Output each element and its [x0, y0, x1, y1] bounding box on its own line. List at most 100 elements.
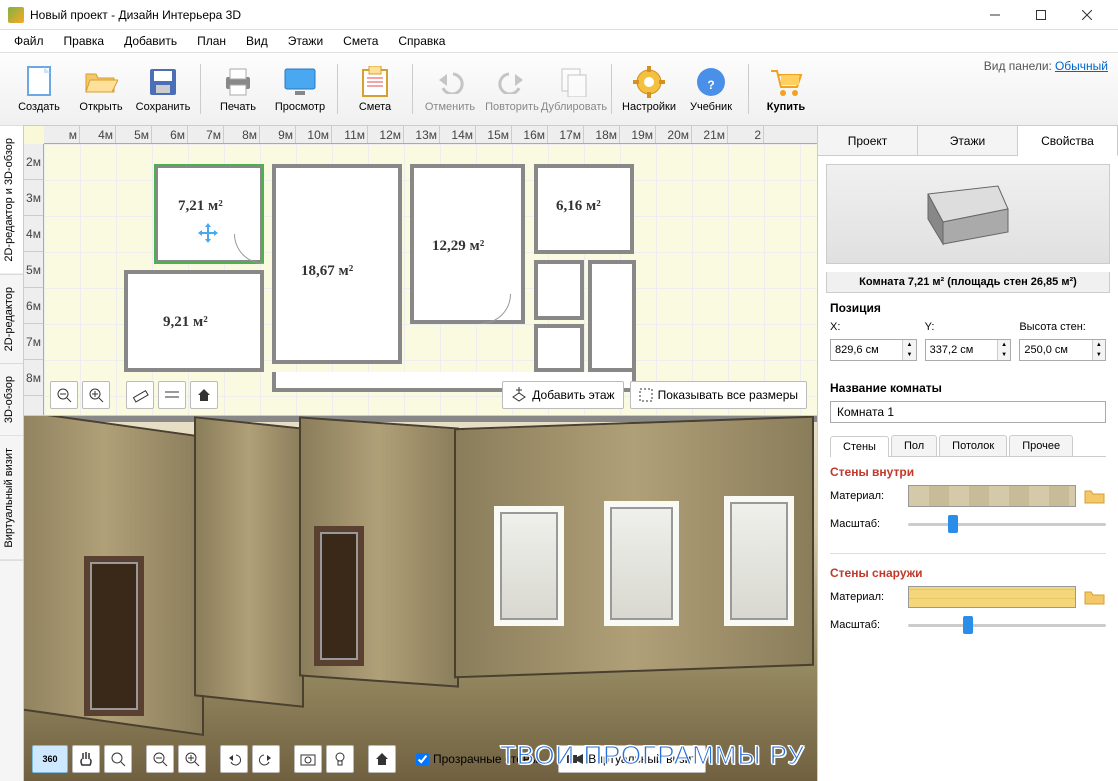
scale-slider-inside[interactable]	[908, 513, 1106, 535]
menu-plan[interactable]: План	[187, 32, 236, 50]
zoom-out-button[interactable]	[50, 381, 78, 409]
snapshot-button[interactable]	[294, 745, 322, 773]
y-input[interactable]: ▲▼	[925, 339, 1012, 361]
room-name-input[interactable]	[830, 401, 1106, 423]
save-button[interactable]: Сохранить	[132, 57, 194, 121]
tab-2d-editor[interactable]: 2D-редактор	[0, 275, 23, 364]
subtab-ceiling[interactable]: Потолок	[939, 435, 1007, 456]
undo-button: Отменить	[419, 57, 481, 121]
help-icon: ?	[694, 65, 728, 99]
folder-open-icon	[84, 65, 118, 99]
room[interactable]: 9,21 м²	[124, 270, 264, 372]
walls-outside-title: Стены снаружи	[830, 566, 1106, 580]
spinner-down[interactable]: ▼	[1093, 350, 1105, 360]
wall-height-input[interactable]: ▲▼	[1019, 339, 1106, 361]
menu-help[interactable]: Справка	[388, 32, 455, 50]
room-name-title: Название комнаты	[830, 381, 1106, 395]
tab-properties[interactable]: Свойства	[1018, 126, 1118, 156]
tutorial-button[interactable]: ?Учебник	[680, 57, 742, 121]
save-icon	[146, 65, 180, 99]
browse-material-button[interactable]	[1084, 588, 1106, 606]
room[interactable]	[534, 324, 584, 372]
room[interactable]: 12,29 м²	[410, 164, 525, 324]
menu-edit[interactable]: Правка	[54, 32, 115, 50]
room[interactable]	[588, 260, 636, 372]
monitor-icon	[283, 65, 317, 99]
window-title: Новый проект - Дизайн Интерьера 3D	[30, 8, 972, 22]
view-3d[interactable]: 360 Прозрачные стены Виртуальный визит	[24, 416, 817, 781]
measure-button[interactable]	[126, 381, 154, 409]
close-button[interactable]	[1064, 0, 1110, 30]
home-3d-button[interactable]	[368, 745, 396, 773]
undo-3d-button[interactable]	[220, 745, 248, 773]
tab-3d-view[interactable]: 3D-обзор	[0, 364, 23, 436]
workspace: м4м5м6м7м8м9м10м11м12м13м14м15м16м17м18м…	[24, 126, 818, 781]
menu-file[interactable]: Файл	[4, 32, 54, 50]
buy-button[interactable]: Купить	[755, 57, 817, 121]
settings-button[interactable]: Настройки	[618, 57, 680, 121]
panel-view-switch: Вид панели: Обычный	[984, 59, 1108, 73]
menu-view[interactable]: Вид	[236, 32, 278, 50]
menu-estimate[interactable]: Смета	[333, 32, 388, 50]
titlebar: Новый проект - Дизайн Интерьера 3D	[0, 0, 1118, 30]
cart-icon	[769, 65, 803, 99]
move-handle-icon[interactable]	[198, 223, 218, 243]
scale-slider-outside[interactable]	[908, 614, 1106, 636]
material-swatch-outside[interactable]	[908, 586, 1076, 608]
subtab-floor[interactable]: Пол	[891, 435, 937, 456]
room-3d-preview	[826, 164, 1110, 264]
spinner-down[interactable]: ▼	[998, 350, 1010, 360]
room[interactable]: 18,67 м²	[272, 164, 402, 364]
dimensions-icon	[639, 388, 653, 402]
lighting-button[interactable]	[326, 745, 354, 773]
open-button[interactable]: Открыть	[70, 57, 132, 121]
printer-icon	[221, 65, 255, 99]
zoom-in-button[interactable]	[82, 381, 110, 409]
maximize-button[interactable]	[1018, 0, 1064, 30]
room-selected[interactable]: 7,21 м²	[154, 164, 264, 264]
spinner-up[interactable]: ▲	[998, 340, 1010, 350]
home-button[interactable]	[190, 381, 218, 409]
tab-project[interactable]: Проект	[818, 126, 918, 155]
material-swatch-inside[interactable]	[908, 485, 1076, 507]
rotate-360-button[interactable]: 360	[32, 745, 68, 773]
view-2d[interactable]: м4м5м6м7м8м9м10м11м12м13м14м15м16м17м18м…	[24, 126, 817, 416]
ruler-vertical: 2м3м4м5м6м7м8м	[24, 144, 44, 415]
estimate-button[interactable]: Смета	[344, 57, 406, 121]
tab-virtual-visit[interactable]: Виртуальный визит	[0, 436, 23, 561]
pan-button[interactable]	[72, 745, 100, 773]
menu-add[interactable]: Добавить	[114, 32, 187, 50]
tab-2d-3d-editor[interactable]: 2D-редактор и 3D-обзор	[0, 126, 23, 275]
grid-toggle-button[interactable]	[158, 381, 186, 409]
show-sizes-button[interactable]: Показывать все размеры	[630, 381, 807, 409]
browse-material-button[interactable]	[1084, 487, 1106, 505]
walls-inside-title: Стены внутри	[830, 465, 1106, 479]
subtab-walls[interactable]: Стены	[830, 436, 889, 457]
room[interactable]	[534, 260, 584, 320]
redo-3d-button[interactable]	[252, 745, 280, 773]
menu-floors[interactable]: Этажи	[278, 32, 333, 50]
spinner-up[interactable]: ▲	[903, 340, 915, 350]
ruler-horizontal: м4м5м6м7м8м9м10м11м12м13м14м15м16м17м18м…	[44, 126, 817, 144]
right-panel: Проект Этажи Свойства Комната 7,21 м² (п…	[818, 126, 1118, 781]
duplicate-button: Дублировать	[543, 57, 605, 121]
spinner-up[interactable]: ▲	[1093, 340, 1105, 350]
room[interactable]: 6,16 м²	[534, 164, 634, 254]
create-button[interactable]: Создать	[8, 57, 70, 121]
canvas-2d[interactable]: 7,21 м² 18,67 м² 12,29 м²	[44, 144, 817, 415]
x-input[interactable]: ▲▼	[830, 339, 917, 361]
minimize-button[interactable]	[972, 0, 1018, 30]
watermark: ТВОИ ПРОГРАММЫ РУ	[500, 740, 805, 771]
spinner-down[interactable]: ▼	[903, 350, 915, 360]
zoom-in-3d-button[interactable]	[178, 745, 206, 773]
panel-view-link[interactable]: Обычный	[1055, 59, 1108, 73]
tab-floors[interactable]: Этажи	[918, 126, 1018, 155]
print-button[interactable]: Печать	[207, 57, 269, 121]
clipboard-icon	[358, 65, 392, 99]
subtab-other[interactable]: Прочее	[1009, 435, 1073, 456]
preview-button[interactable]: Просмотр	[269, 57, 331, 121]
zoom-out-3d-button[interactable]	[146, 745, 174, 773]
zoom-3d-button[interactable]	[104, 745, 132, 773]
redo-button: Повторить	[481, 57, 543, 121]
add-floor-button[interactable]: Добавить этаж	[502, 381, 623, 409]
